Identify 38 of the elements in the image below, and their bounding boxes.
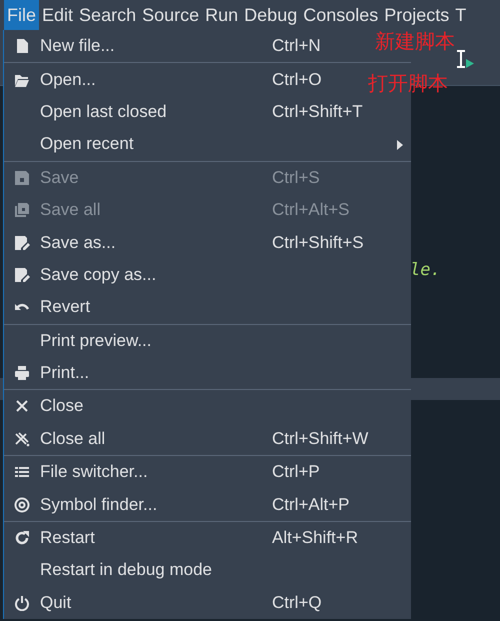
menu-title[interactable]: Run [202, 0, 242, 30]
play-icon[interactable] [466, 59, 474, 68]
annotation-text: 新建脚本 [375, 28, 455, 55]
power-icon [14, 594, 30, 611]
menu-item[interactable]: Restart Alt+Shift+R [4, 522, 370, 554]
menu-item[interactable]: Open last closed Ctrl+Shift+T [4, 96, 370, 128]
floppy-pencil-icon [14, 234, 30, 251]
code-text: le. [410, 260, 441, 280]
menu-item[interactable]: Restart in debug mode [4, 554, 370, 587]
menu-title[interactable]: File [4, 0, 40, 30]
menu-item[interactable]: Print... [4, 356, 370, 390]
menu-item[interactable]: Save copy as... [4, 258, 370, 292]
floppy-disks-icon [14, 202, 30, 218]
floppy-pencil-icon [14, 266, 30, 283]
menu-title[interactable]: Projects [381, 0, 452, 30]
menu-item[interactable]: Quit Ctrl+Q [4, 586, 370, 620]
text-cursor-icon [456, 50, 466, 68]
printer-icon [14, 365, 30, 382]
menu-item[interactable]: Open recent [4, 128, 411, 161]
menu-item[interactable]: Close all Ctrl+Shift+W [4, 422, 370, 456]
annotation-text: 打开脚本 [368, 70, 448, 97]
menu-item[interactable]: Close [4, 390, 370, 423]
menu-title[interactable]: Search [76, 0, 140, 30]
close-icon [14, 398, 30, 414]
menu-title[interactable]: Edit [39, 0, 76, 30]
file-icon [14, 38, 30, 54]
menu-item[interactable]: New file... Ctrl+N [4, 30, 370, 62]
close-all-icon [14, 430, 30, 447]
refresh-icon [14, 530, 30, 546]
menu-item[interactable]: Revert [4, 291, 370, 324]
menu-item[interactable]: Symbol finder... Ctrl+Alt+P [4, 488, 370, 521]
menu-title[interactable]: Source [139, 0, 202, 30]
menu-item[interactable]: File switcher... Ctrl+P [4, 456, 370, 488]
menu-title[interactable]: T [452, 0, 470, 30]
menu-title[interactable]: Consoles [300, 0, 382, 30]
menu-title[interactable]: Debug [241, 0, 300, 30]
menu-item[interactable]: Print preview... [4, 324, 370, 357]
menu-item[interactable]: Save as... Ctrl+Shift+S [4, 226, 370, 259]
